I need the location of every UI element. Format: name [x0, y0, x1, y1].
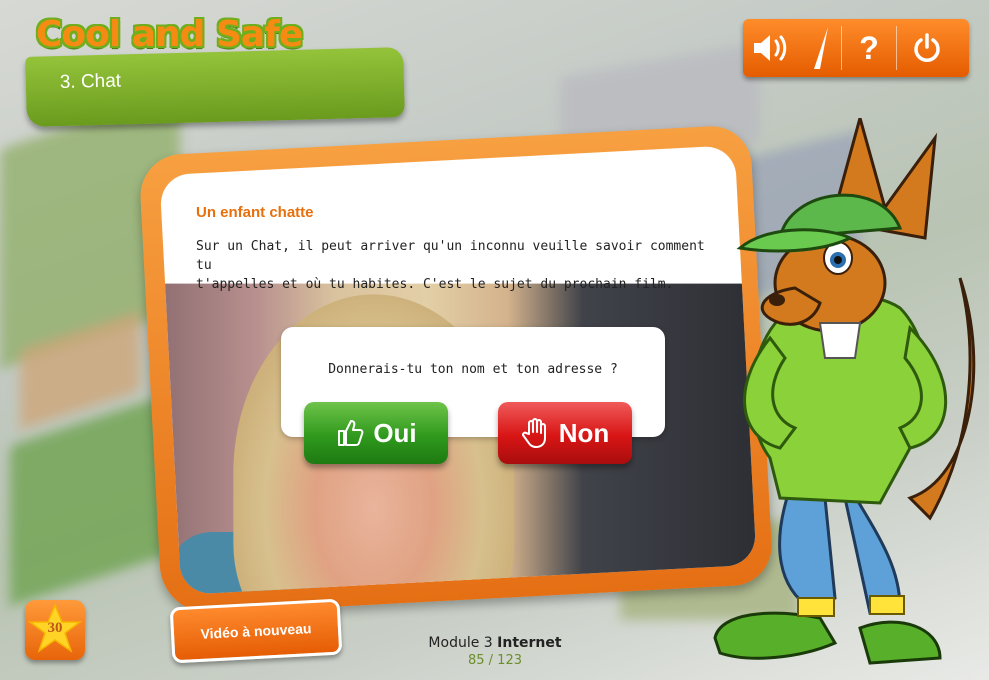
thumbs-up-icon — [338, 420, 364, 446]
page-progress: 85 / 123 — [468, 653, 522, 668]
app-title: Cool and Safe — [36, 14, 303, 55]
no-button[interactable]: Non — [498, 402, 632, 464]
speaker-icon[interactable] — [743, 19, 801, 77]
card-body: Sur un Chat, il peut arriver qu'un incon… — [196, 237, 716, 294]
card-text: Un enfant chatte Sur un Chat, il peut ar… — [196, 200, 716, 294]
score-badge: 30 — [25, 600, 85, 660]
module-label: Module 3 Internet — [400, 635, 590, 651]
score-value: 30 — [47, 620, 63, 636]
help-icon[interactable]: ? — [842, 19, 896, 77]
toolbar: ? — [743, 19, 969, 77]
question-text: Donnerais-tu ton nom et ton adresse ? — [328, 362, 618, 377]
yes-button-label: Oui — [373, 417, 417, 448]
kangaroo-mascot — [713, 118, 976, 665]
stop-hand-icon — [521, 418, 546, 448]
module-name: Internet — [497, 635, 562, 651]
yes-button[interactable]: Oui — [304, 402, 448, 464]
module-footer: Module 3 Internet 85 / 123 — [400, 635, 590, 668]
chapter-banner: 3. Chat — [25, 47, 405, 127]
background-block — [10, 394, 170, 606]
card-title: Un enfant chatte — [196, 204, 314, 221]
card-body-line: t'appelles et où tu habites. C'est le su… — [196, 277, 674, 292]
card-body-line: Sur un Chat, il peut arriver qu'un incon… — [196, 239, 705, 273]
volume-level-icon[interactable] — [801, 19, 841, 77]
chapter-label: 3. Chat — [59, 70, 122, 94]
no-button-label: Non — [558, 417, 610, 448]
replay-video-button[interactable]: Vidéo à nouveau — [169, 598, 343, 664]
power-icon[interactable] — [897, 19, 957, 77]
module-prefix: Module 3 — [428, 635, 493, 651]
